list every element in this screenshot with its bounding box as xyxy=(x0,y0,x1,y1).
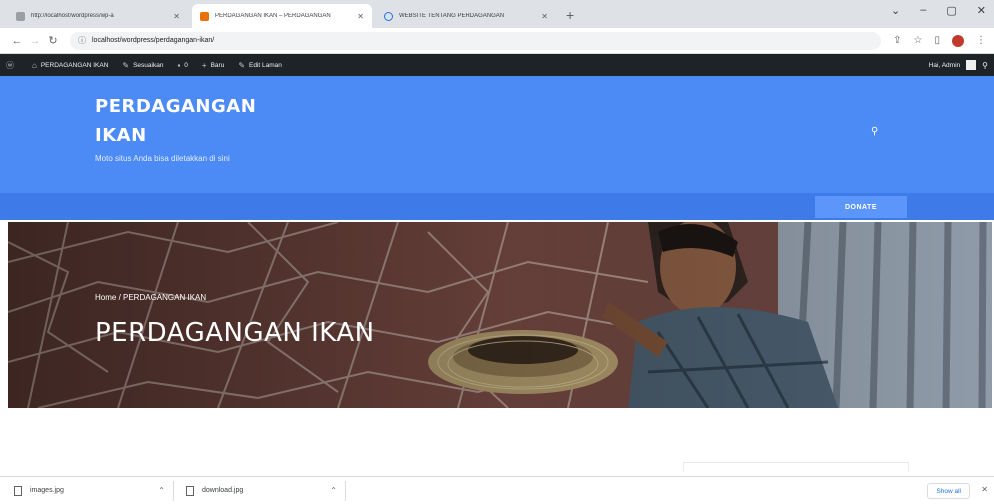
admin-site-name[interactable]: ⌂ PERDAGANGAN IKAN xyxy=(32,61,108,70)
plus-icon: + xyxy=(201,60,207,70)
content-box xyxy=(683,462,909,472)
chevron-up-icon[interactable]: ⌃ xyxy=(330,486,337,495)
search-icon[interactable]: ⚲ xyxy=(982,61,988,70)
sidepanel-icon[interactable]: ▯ xyxy=(934,35,940,46)
browser-window: http://localhost/wordpress/wp-a ✕ PERDAG… xyxy=(0,0,994,504)
close-icon[interactable]: ✕ xyxy=(981,485,988,494)
wordpress-icon: ⓦ xyxy=(6,60,14,70)
admin-comments[interactable]: ▪ 0 xyxy=(177,61,187,70)
comment-icon: ▪ xyxy=(177,60,181,70)
download-item[interactable]: download.jpg ⌃ xyxy=(186,480,346,501)
close-icon[interactable]: ✕ xyxy=(173,12,180,21)
hero-background-image xyxy=(8,222,992,408)
window-controls: ⌄ – ▢ ✕ xyxy=(891,4,986,17)
admin-customize[interactable]: ✎ Sesuaikan xyxy=(122,61,163,70)
browser-tab-2[interactable]: PERDAGANGAN IKAN – PERDAGANGAN ✕ xyxy=(192,4,372,28)
admin-edit-page[interactable]: ✎ Edit Laman xyxy=(238,61,282,70)
download-item[interactable]: images.jpg ⌃ xyxy=(14,480,174,501)
reload-icon[interactable]: ↻ xyxy=(44,34,62,47)
avatar xyxy=(966,60,977,70)
menu-icon[interactable]: ⋮ xyxy=(976,35,986,46)
share-icon[interactable]: ⇪ xyxy=(893,35,901,46)
tab-strip: http://localhost/wordpress/wp-a ✕ PERDAG… xyxy=(0,0,994,28)
page-title: PERDAGANGAN IKAN xyxy=(95,318,375,348)
page-icon xyxy=(200,11,209,21)
toolbar-actions: ⇪ ☆ ▯ ⋮ xyxy=(893,34,986,47)
brush-icon: ✎ xyxy=(122,60,130,70)
download-filename: images.jpg xyxy=(30,487,64,494)
address-bar: ← → ↻ ⓘ localhost/wordpress/perdagangan-… xyxy=(0,28,994,54)
tab-title: PERDAGANGAN IKAN – PERDAGANGAN xyxy=(215,13,331,19)
tab-title: WEBSITE TENTANG PERDAGANGAN xyxy=(399,13,505,19)
bookmark-star-icon[interactable]: ☆ xyxy=(914,35,923,46)
pencil-icon: ✎ xyxy=(238,60,246,70)
close-icon[interactable]: ✕ xyxy=(541,12,548,21)
file-icon xyxy=(14,485,22,496)
admin-customize-label: Sesuaikan xyxy=(133,61,164,69)
download-bar: images.jpg ⌃ download.jpg ⌃ Show all ✕ xyxy=(0,476,994,504)
browser-tab-3[interactable]: WEBSITE TENTANG PERDAGANGAN ✕ xyxy=(376,4,556,28)
globe-icon xyxy=(384,11,393,21)
admin-greeting: Hai, Admin xyxy=(928,61,961,69)
admin-site-name-label: PERDAGANGAN IKAN xyxy=(40,61,109,69)
close-window-icon[interactable]: ✕ xyxy=(977,4,986,17)
page-icon xyxy=(16,11,25,21)
minimize-icon[interactable]: – xyxy=(920,4,926,17)
url-input[interactable]: ⓘ localhost/wordpress/perdagangan-ikan/ xyxy=(70,31,882,50)
show-all-button[interactable]: Show all xyxy=(927,483,970,499)
dashboard-icon: ⌂ xyxy=(32,60,37,70)
tab-search-icon[interactable]: ⌄ xyxy=(891,4,900,17)
search-icon[interactable]: ⚲ xyxy=(871,126,878,137)
url-text: localhost/wordpress/perdagangan-ikan/ xyxy=(92,37,215,44)
close-icon[interactable]: ✕ xyxy=(357,12,364,21)
admin-new-label: Baru xyxy=(210,61,225,69)
comments-count: 0 xyxy=(184,61,188,69)
chevron-up-icon[interactable]: ⌃ xyxy=(158,486,165,495)
donate-button[interactable]: DONATE xyxy=(815,196,907,218)
new-tab-button[interactable]: + xyxy=(560,4,580,28)
site-header: PERDAGANGAN IKAN Moto situs Anda bisa di… xyxy=(0,76,994,193)
maximize-icon[interactable]: ▢ xyxy=(946,4,956,17)
file-icon xyxy=(186,485,194,496)
back-icon[interactable]: ← xyxy=(8,35,26,47)
admin-edit-page-label: Edit Laman xyxy=(249,61,282,69)
site-tagline: Moto situs Anda bisa diletakkan di sini xyxy=(95,154,230,163)
profile-avatar-icon[interactable] xyxy=(952,34,964,47)
wordpress-logo-icon[interactable]: ⓦ xyxy=(6,60,18,71)
admin-account[interactable]: Hai, Admin ⚲ xyxy=(929,54,988,76)
admin-new[interactable]: + Baru xyxy=(202,61,224,70)
site-title[interactable]: PERDAGANGAN IKAN xyxy=(95,92,295,150)
breadcrumb[interactable]: Home / PERDAGANGAN IKAN xyxy=(95,293,206,302)
forward-icon[interactable]: → xyxy=(26,35,44,47)
info-icon[interactable]: ⓘ xyxy=(78,35,86,46)
download-filename: download.jpg xyxy=(202,487,244,494)
wp-admin-bar: ⓦ ⌂ PERDAGANGAN IKAN ✎ Sesuaikan ▪ 0 + Baru … xyxy=(0,54,994,76)
hero-banner xyxy=(8,222,992,408)
tab-title: http://localhost/wordpress/wp-a xyxy=(31,13,114,19)
browser-tab-1[interactable]: http://localhost/wordpress/wp-a ✕ xyxy=(8,4,188,28)
